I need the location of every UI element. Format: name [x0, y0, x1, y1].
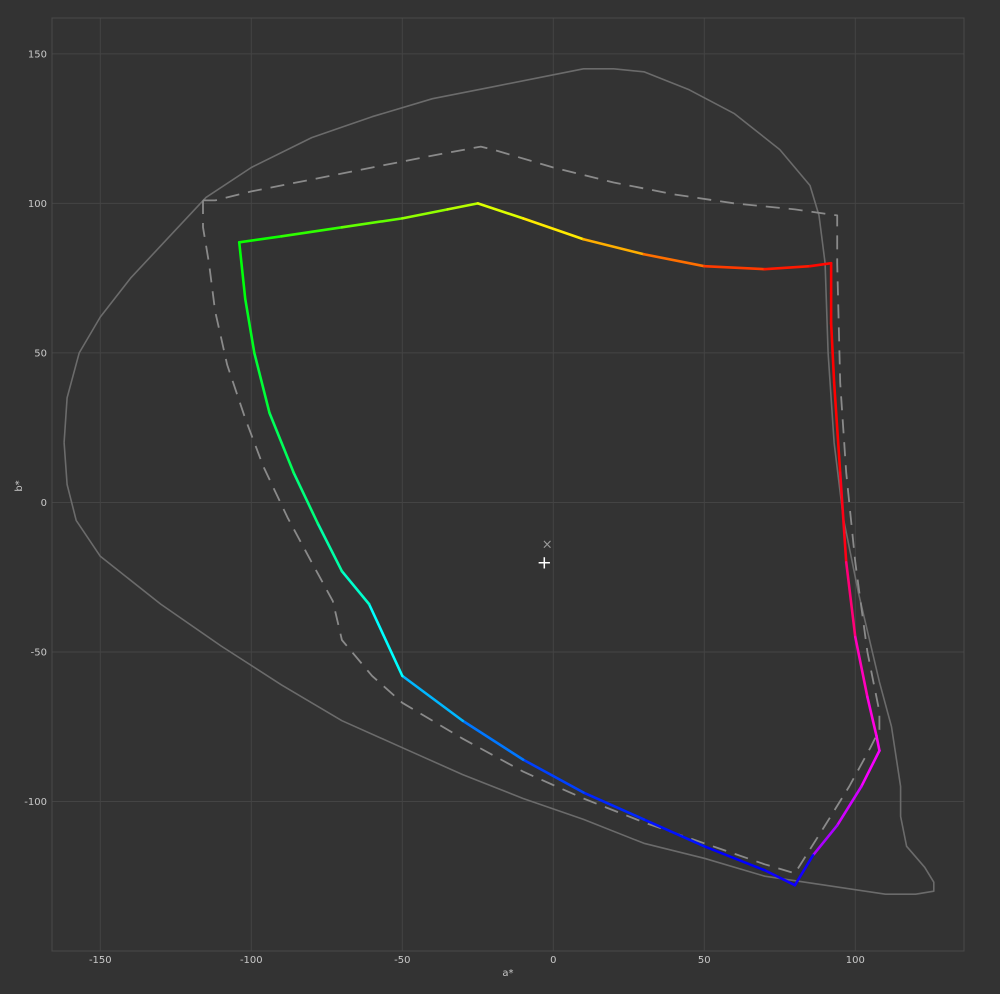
y-tick-label: 150 [28, 49, 47, 60]
gamut-segment [642, 818, 706, 848]
y-tick-label: 0 [41, 498, 47, 509]
x-tick-label: -150 [89, 955, 112, 966]
gamut-segment [866, 695, 878, 737]
reference-white-marker: × [542, 537, 553, 552]
gamut-segment [860, 749, 881, 788]
x-axis-label: a* [502, 968, 513, 979]
gamut-segment [340, 569, 371, 606]
y-tick-label: 100 [28, 199, 47, 210]
gamut-chart: ×+ -150 -100 -50 0 50 100150100500-50-100 a* … [14, 17, 965, 979]
x-tick-label: 0 [550, 955, 556, 966]
gamut-segment [838, 471, 848, 564]
gamut-segment [237, 240, 247, 301]
gamut-segment [280, 226, 344, 238]
y-axis-label: b* [14, 480, 25, 491]
gamut-segment [253, 351, 271, 415]
gamut-segment [401, 208, 449, 220]
series-layer [63, 68, 935, 895]
gamut-segment [829, 321, 836, 385]
gamut-segment [582, 791, 646, 821]
x-tick-label: 100 [846, 955, 865, 966]
gamut-segment [582, 237, 646, 256]
gamut-segment [243, 297, 256, 355]
gamut-segment [702, 264, 766, 271]
tick-labels: -150 -100 -50 0 50 100 150 100 50 0 -50 -100 [24, 49, 865, 966]
spectral-locus [63, 68, 935, 895]
x-tick-label: -50 [394, 955, 410, 966]
x-tick-label: 50 [698, 955, 711, 966]
gamut-segment [875, 734, 881, 752]
white-point-marker: + [537, 552, 552, 573]
gamut-segment [401, 674, 465, 723]
gamut-segment [476, 202, 525, 220]
gamut-segment [316, 522, 344, 573]
gamut-segment [292, 471, 320, 525]
gamut-segment [808, 261, 833, 268]
gamut-segment [340, 217, 404, 229]
plot-frame [51, 17, 965, 952]
gamut-segment [832, 381, 842, 474]
gamut-segment [835, 785, 863, 827]
gamut-segment [763, 264, 812, 271]
x-tick-label: -100 [240, 955, 263, 966]
gamut-segment [461, 719, 525, 761]
gamut-segment [367, 602, 404, 678]
gamut-segment [446, 202, 480, 211]
grid [52, 18, 964, 951]
gamut-segment [268, 411, 295, 474]
y-tick-label: 50 [34, 348, 47, 359]
gamut-segment [853, 635, 869, 699]
gamut-segment [642, 252, 706, 268]
reference-gamut [202, 145, 881, 875]
y-tick-label: -100 [24, 797, 47, 808]
y-tick-label: -50 [31, 647, 47, 658]
marker-layer: ×+ [537, 537, 553, 573]
measured-gamut [237, 202, 881, 887]
gamut-segment [237, 234, 283, 244]
